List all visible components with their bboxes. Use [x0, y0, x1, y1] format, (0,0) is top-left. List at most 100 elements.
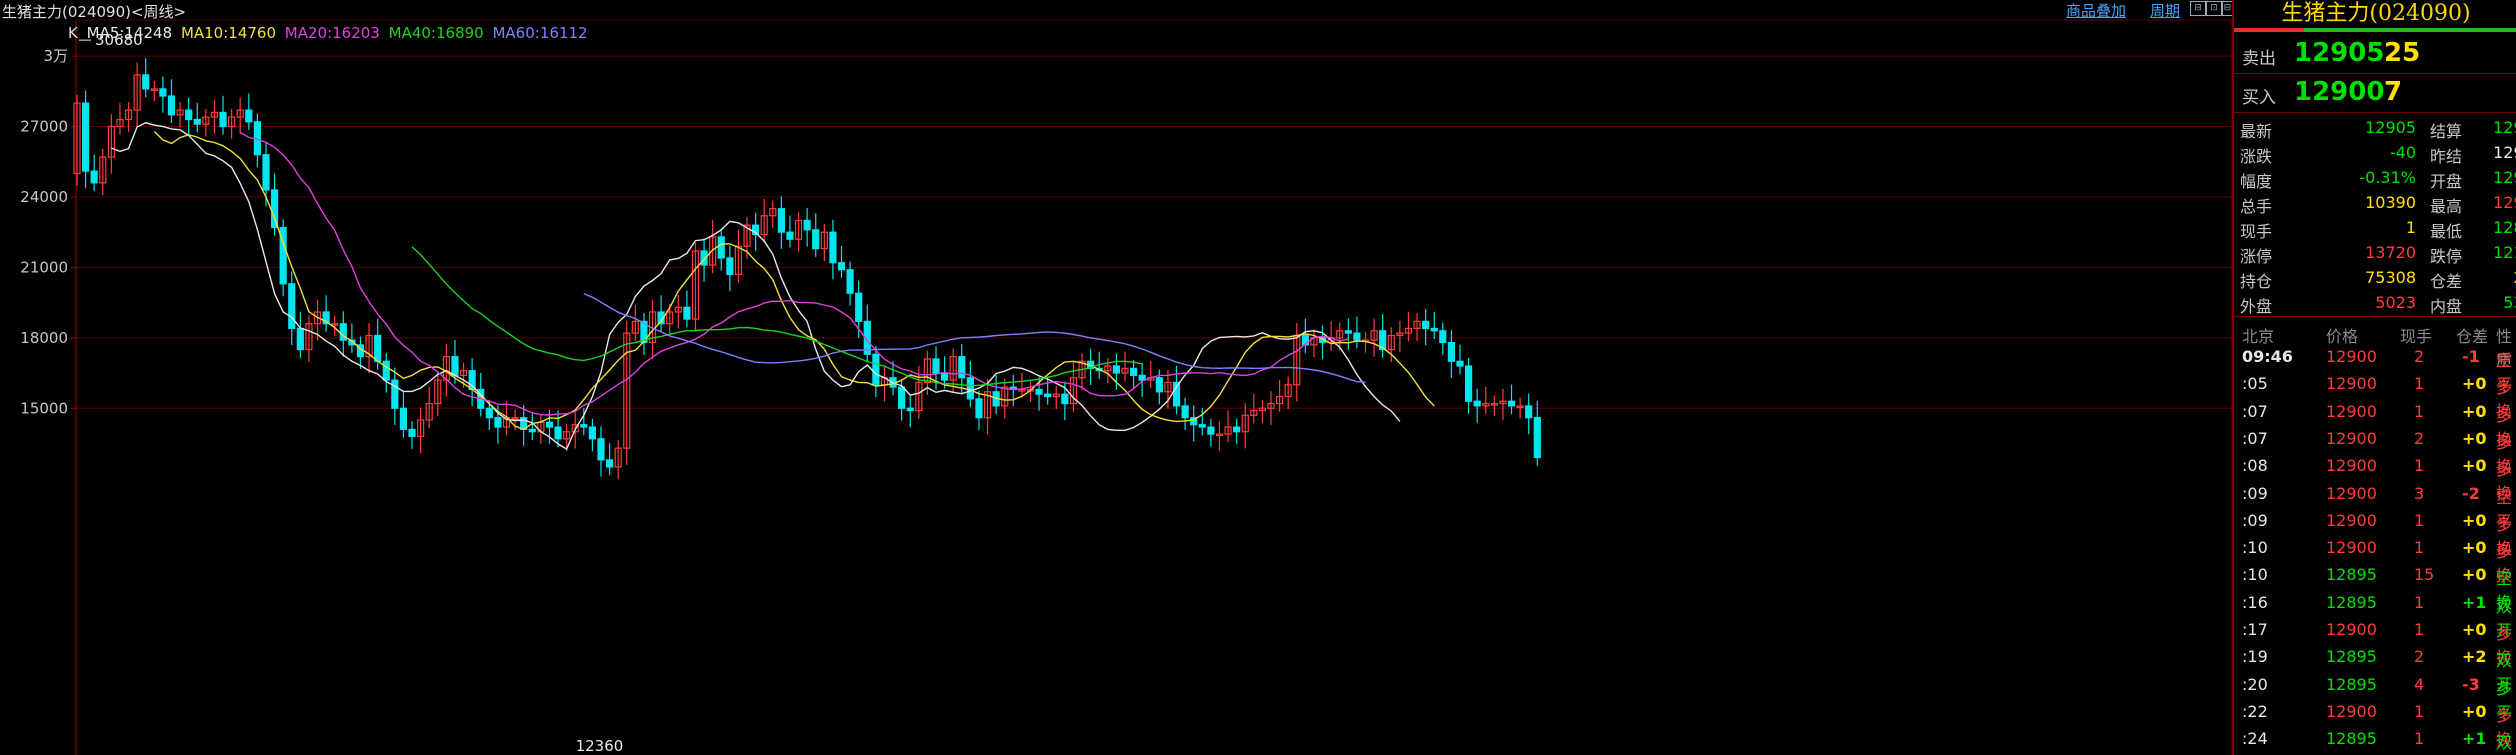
candle-down — [812, 229, 820, 250]
candle-down — [940, 372, 949, 381]
quote-row: 涨停 13720 跌停 12170 — [2234, 240, 2516, 266]
tick-row[interactable]: :17 12900 1 +0 多换 — [2234, 616, 2516, 667]
y-tick-label: 15000 — [20, 399, 68, 417]
quote-label: 开盘 — [2430, 172, 2463, 191]
tick-price: 12895 — [2326, 565, 2377, 585]
quote-label: 仓差 — [2430, 272, 2463, 291]
tick-vol: 1 — [2414, 538, 2425, 558]
tick-oi: +0 — [2462, 701, 2487, 721]
window-restore-button[interactable]: ⊡ — [2206, 1, 2222, 16]
tick-oi: +0 — [2462, 456, 2487, 476]
tick-row[interactable]: :09 12900 3 -2 空平 — [2234, 480, 2516, 531]
quote-value: 1 — [2405, 218, 2416, 237]
quote-label: 最高 — [2430, 197, 2463, 216]
tick-oi: +0 — [2462, 538, 2487, 558]
candle-down — [605, 459, 614, 468]
ma-line-ma10 — [153, 130, 1435, 430]
quote-value: 5367 — [2503, 293, 2516, 312]
candle-down — [1473, 400, 1481, 407]
tick-time: :07 — [2242, 401, 2268, 421]
quote-label: 总手 — [2240, 197, 2273, 216]
period-link[interactable]: 周期 — [2150, 0, 2180, 21]
ma-line-ma5 — [111, 122, 1401, 451]
candle-down — [1129, 367, 1138, 376]
candle-down — [932, 358, 940, 374]
overlay-commodity-link[interactable]: 商品叠加 — [2066, 0, 2126, 21]
candle-down — [872, 353, 880, 386]
candle-down — [898, 386, 906, 409]
tick-oi: +0 — [2462, 401, 2487, 421]
tick-row[interactable]: :22 12900 1 +0 多换 — [2234, 698, 2516, 749]
window-minimize-button[interactable]: ⊟ — [2190, 1, 2206, 16]
tick-vol: 1 — [2414, 620, 2425, 639]
tick-oi: -2 — [2462, 483, 2480, 503]
tick-row[interactable]: :24 12895 1 +1 双开 — [2234, 725, 2516, 752]
tick-price: 12895 — [2326, 729, 2377, 749]
quote-panel: 生猪主力(024090) 卖出 12905 25 买入 12900 7 最新 12… — [2232, 0, 2516, 755]
tick-vol: 2 — [2414, 647, 2425, 667]
quote-value: 12975 — [2493, 193, 2516, 212]
candle-down — [528, 428, 536, 433]
quote-label: 昨结 — [2430, 147, 2463, 166]
candle-down — [726, 257, 734, 276]
tick-row[interactable]: :20 12895 4 -3 多平 — [2234, 671, 2516, 722]
candle-down — [1525, 405, 1533, 419]
tick-vol: 1 — [2414, 510, 2425, 530]
quote-row: 外盘 5023 内盘 5367 — [2234, 290, 2516, 316]
candle-down — [485, 407, 493, 419]
tick-vol: 3 — [2414, 483, 2425, 503]
ask-row: 卖出 12905 25 — [2234, 36, 2516, 72]
tick-price: 12900 — [2326, 538, 2377, 558]
candle-down — [1533, 417, 1541, 459]
ask-volume: 25 — [2384, 38, 2421, 68]
candle-down — [545, 421, 554, 428]
tick-row[interactable]: :10 12900 1 +0 多换 — [2234, 534, 2516, 585]
candle-down — [683, 306, 691, 320]
quote-label: 跌停 — [2430, 247, 2463, 266]
candle-down — [588, 426, 597, 440]
kline-chart-svg[interactable]: 3万27000240002100018000150003068012360 — [0, 0, 2232, 755]
quote-label: 涨停 — [2240, 247, 2273, 266]
quote-value: 12170 — [2493, 243, 2516, 262]
tick-row[interactable]: :19 12895 2 +2 双开 — [2234, 643, 2516, 694]
y-tick-label: 27000 — [20, 118, 68, 136]
tick-price: 12900 — [2326, 701, 2377, 721]
candle-down — [382, 360, 390, 381]
candle-down — [159, 88, 167, 97]
candle-down — [554, 426, 562, 440]
tick-row[interactable]: :10 12895 15 +0 空换 — [2234, 561, 2516, 612]
tick-row[interactable]: :08 12900 1 +0 多换 — [2234, 452, 2516, 503]
legend-ma20: MA20:16203 — [284, 24, 380, 42]
quote-label: 现手 — [2240, 222, 2273, 241]
candle-down — [270, 189, 279, 229]
tick-time: :08 — [2242, 456, 2268, 476]
tick-price: 12895 — [2326, 647, 2377, 667]
quote-row: 持仓 75308 仓差 204 — [2234, 265, 2516, 291]
candle-down — [855, 292, 863, 322]
candle-down — [185, 109, 193, 121]
candle-down — [717, 236, 725, 259]
quote-label: 涨跌 — [2240, 147, 2273, 166]
legend-ma10: MA10:14760 — [180, 24, 276, 42]
quote-label: 最低 — [2430, 222, 2463, 241]
quote-label: 结算 — [2430, 122, 2463, 141]
tick-row[interactable]: :05 12900 1 +0 多换 — [2234, 370, 2516, 421]
tick-price: 12900 — [2326, 401, 2377, 421]
tick-row[interactable]: :09 12900 1 +0 多换 — [2234, 507, 2516, 558]
kline-chart-area[interactable]: 3万 27000 24000 21000 18000 15000 30680 12360 生猪… — [0, 0, 2233, 755]
tick-price: 12895 — [2326, 674, 2377, 694]
quote-value: 75308 — [2365, 268, 2416, 287]
tick-row[interactable]: :07 12900 2 +0 多换 — [2234, 425, 2516, 476]
candle-down — [1044, 393, 1052, 398]
candle-down — [975, 398, 983, 419]
tick-row[interactable]: :16 12895 1 +1 双开 — [2234, 589, 2516, 640]
tick-row[interactable]: :07 12900 1 +0 多换 — [2234, 398, 2516, 449]
candle-down — [193, 118, 201, 125]
y-tick-label: 3万 — [43, 47, 68, 65]
candle-down — [803, 219, 811, 231]
candle-down — [846, 269, 854, 294]
tick-row[interactable]: 09:46 12900 2 -1 空平 — [2234, 343, 2516, 394]
quote-value: 12945 — [2493, 143, 2516, 162]
quote-value: 13720 — [2365, 243, 2416, 262]
min-price-label: 12360 — [576, 737, 624, 755]
